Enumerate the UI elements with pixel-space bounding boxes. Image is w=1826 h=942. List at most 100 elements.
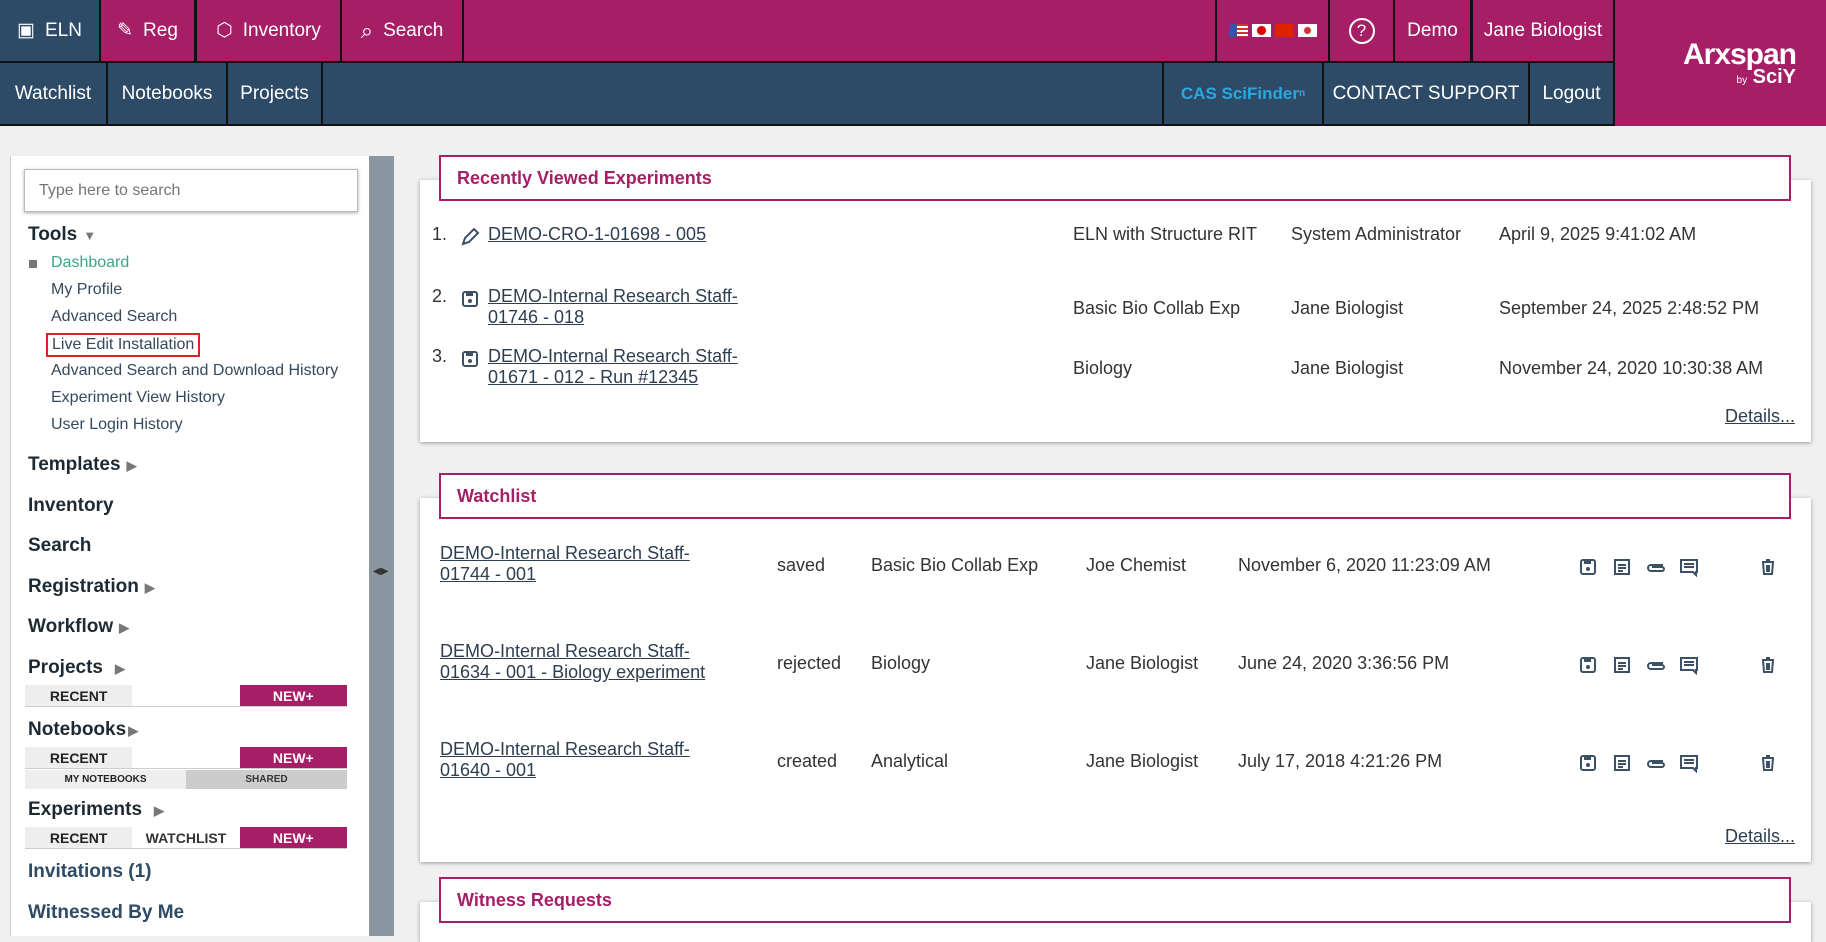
attachment-icon[interactable] (1645, 753, 1665, 773)
experiments-watchlist-button[interactable]: WATCHLIST (132, 827, 239, 848)
panel-title: Recently Viewed Experiments (439, 155, 1791, 201)
arxspan-logo: Arxspan by SciY (1615, 0, 1826, 126)
tool-advanced-search[interactable]: Advanced Search (51, 308, 177, 326)
tool-user-login-history[interactable]: User Login History (51, 416, 183, 434)
tool-experiment-view-history[interactable]: Experiment View History (51, 389, 225, 407)
experiment-link[interactable]: DEMO-Internal Research Staff- 01744 - 001 (440, 543, 690, 585)
document-icon[interactable] (1612, 753, 1632, 773)
caret-right-icon: ▶ (128, 723, 139, 738)
attachment-icon[interactable] (1645, 557, 1665, 577)
watchlist-panel: Watchlist DEMO-Internal Research Staff- 0… (420, 473, 1811, 862)
nav-spacer-2 (323, 63, 1162, 124)
witnessed-by-me-link[interactable]: Witnessed By Me (28, 902, 184, 924)
demo-button[interactable]: Demo (1395, 0, 1470, 61)
save-icon (462, 351, 478, 367)
help-button[interactable]: ? (1330, 0, 1393, 61)
experiment-link[interactable]: DEMO-Internal Research Staff- 01746 - 018 (488, 286, 738, 328)
projects-heading[interactable]: Projects ▶ (28, 657, 125, 679)
experiments-heading[interactable]: Experiments ▶ (28, 799, 164, 821)
templates-heading[interactable]: Templates ▶ (28, 454, 137, 476)
watchlist-details-link[interactable]: Details... (1725, 826, 1795, 847)
top-bar: ▣ ELN ✎ Reg ⬡ Inventory ⌕ Search ? Demo Jane… (0, 0, 1826, 126)
tool-my-profile[interactable]: My Profile (51, 281, 122, 299)
nav-projects[interactable]: Projects (228, 63, 321, 124)
comment-icon[interactable] (1679, 557, 1699, 577)
notebooks-new-button[interactable]: NEW+ (239, 747, 347, 768)
recently-viewed-panel: Recently Viewed Experiments 1. DEMO-CRO-… (420, 155, 1811, 442)
document-icon[interactable] (1612, 655, 1632, 675)
language-flags (1217, 0, 1328, 61)
inventory-icon: ⬡ (216, 20, 233, 41)
caret-down-icon: ▼ (83, 228, 97, 243)
trash-icon[interactable] (1758, 557, 1778, 577)
flag-jp-icon[interactable] (1251, 24, 1271, 37)
projects-new-button[interactable]: NEW+ (239, 685, 347, 706)
witness-requests-panel: Witness Requests (420, 877, 1811, 942)
comment-icon[interactable] (1679, 655, 1699, 675)
caret-right-icon: ▶ (119, 620, 130, 635)
nav-reg[interactable]: ✎ Reg (101, 0, 194, 61)
invitations-link[interactable]: Invitations (1) (28, 861, 152, 883)
sidebar: Tools▼ Dashboard My Profile Advanced Sea… (10, 156, 369, 936)
nav-eln[interactable]: ▣ ELN (0, 0, 99, 61)
contact-support-link[interactable]: CONTACT SUPPORT (1324, 63, 1528, 124)
tool-live-edit-installation[interactable]: Live Edit Installation (46, 333, 201, 357)
comment-icon[interactable] (1679, 753, 1699, 773)
nav-inventory[interactable]: ⬡ Inventory (197, 0, 340, 61)
tool-dashboard[interactable]: Dashboard (51, 254, 129, 272)
experiment-link[interactable]: DEMO-Internal Research Staff- 01640 - 001 (440, 739, 690, 781)
experiment-link[interactable]: DEMO-Internal Research Staff- 01671 - 012… (488, 346, 738, 388)
notebooks-heading[interactable]: Notebooks ▶ (28, 719, 138, 741)
experiments-new-button[interactable]: NEW+ (239, 827, 347, 848)
panel-title: Witness Requests (439, 877, 1791, 923)
trash-icon[interactable] (1758, 753, 1778, 773)
search-heading[interactable]: Search (28, 535, 91, 557)
caret-right-icon: ▶ (126, 458, 137, 473)
my-notebooks-tab[interactable]: MY NOTEBOOKS (25, 770, 186, 789)
pencil-icon (461, 227, 480, 246)
nav-watchlist[interactable]: Watchlist (0, 63, 106, 124)
projects-recent-button[interactable]: RECENT (25, 685, 133, 706)
search-icon: ⌕ (360, 17, 374, 43)
eln-icon: ▣ (17, 20, 35, 41)
recent-details-link[interactable]: Details... (1725, 406, 1795, 427)
workflow-heading[interactable]: Workflow ▶ (28, 616, 129, 638)
save-icon[interactable] (1578, 557, 1598, 577)
registration-heading[interactable]: Registration ▶ (28, 576, 155, 598)
nav-search[interactable]: ⌕ Search (342, 0, 462, 61)
document-icon[interactable] (1612, 557, 1632, 577)
tools-heading[interactable]: Tools ▼ (28, 224, 96, 246)
caret-right-icon: ▶ (114, 661, 125, 676)
save-icon[interactable] (1578, 655, 1598, 675)
attachment-icon[interactable] (1645, 655, 1665, 675)
notebooks-recent-button[interactable]: RECENT (25, 747, 133, 768)
caret-right-icon: ▶ (154, 803, 165, 818)
nav-notebooks[interactable]: Notebooks (108, 63, 226, 124)
flag-cn-icon[interactable] (1274, 24, 1294, 37)
caret-right-icon: ▶ (144, 580, 155, 595)
sidebar-search-input[interactable] (24, 169, 358, 212)
flag-kr-icon[interactable] (1297, 24, 1317, 37)
save-icon[interactable] (1578, 753, 1598, 773)
experiment-link[interactable]: DEMO-Internal Research Staff- 01634 - 001… (440, 641, 705, 683)
help-icon: ? (1348, 17, 1375, 44)
tool-search-download-history[interactable]: Advanced Search and Download History (51, 362, 338, 380)
inventory-heading[interactable]: Inventory (28, 495, 114, 517)
user-menu[interactable]: Jane Biologist (1473, 0, 1613, 61)
reg-icon: ✎ (117, 20, 134, 41)
notebooks-tabs: MY NOTEBOOKS SHARED (25, 770, 347, 789)
trash-icon[interactable] (1758, 655, 1778, 675)
sidebar-collapse-handle[interactable]: ◀▶ (369, 156, 394, 936)
logout-button[interactable]: Logout (1530, 63, 1613, 124)
experiments-recent-button[interactable]: RECENT (25, 827, 133, 848)
panel-title: Watchlist (439, 473, 1791, 519)
flag-us-icon[interactable] (1228, 24, 1248, 37)
projects-buttons: RECENT NEW+ (25, 685, 347, 707)
shared-tab[interactable]: SHARED (186, 770, 347, 789)
cas-scifinder-link[interactable]: CAS SciFinder n (1164, 63, 1322, 124)
save-icon (462, 291, 478, 307)
bullet-icon (29, 260, 37, 268)
experiment-link[interactable]: DEMO-CRO-1-01698 - 005 (488, 224, 706, 245)
status: created (777, 751, 838, 771)
